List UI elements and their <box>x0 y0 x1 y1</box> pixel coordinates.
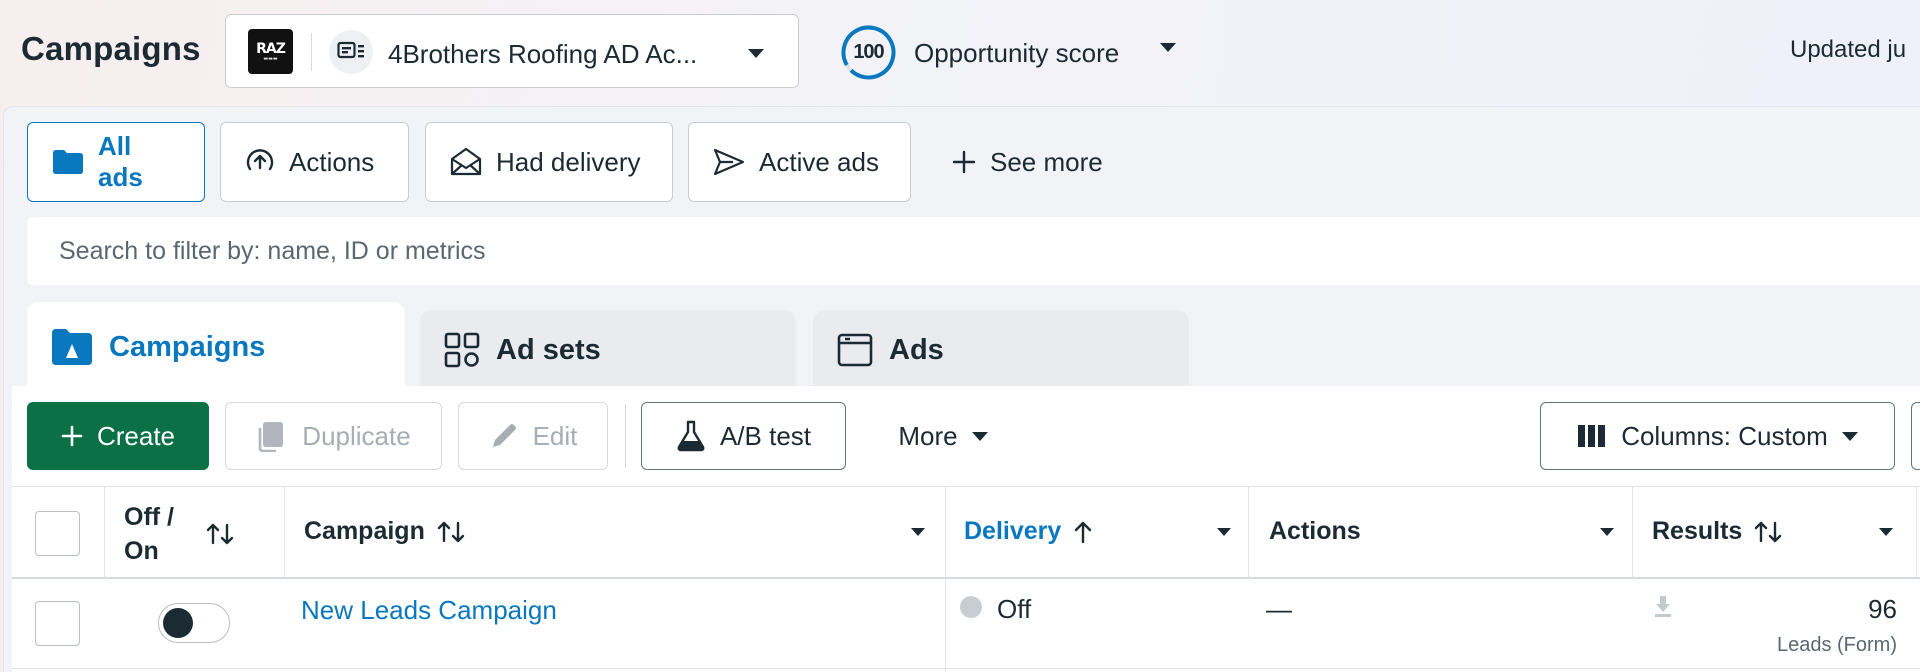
column-header-off-on[interactable]: Off / On <box>124 500 254 568</box>
filter-label: Actions <box>289 146 375 177</box>
page-title: Campaigns <box>21 30 201 67</box>
column-header-actions[interactable]: Actions <box>1269 517 1361 546</box>
folder-icon <box>53 150 83 174</box>
ad-account-selector[interactable]: RAZ ▬▬▬ 4Brothers Roofing AD Ac... <box>225 14 799 88</box>
chevron-down-icon[interactable] <box>911 528 925 536</box>
filter-label: All ads <box>98 131 143 192</box>
search-input[interactable] <box>59 236 1920 266</box>
filter-label: See more <box>990 146 1103 177</box>
filter-active-ads[interactable]: Active ads <box>688 122 911 202</box>
column-header-label: Results <box>1652 517 1743 545</box>
sort-icon <box>437 521 465 542</box>
duplicate-icon <box>258 422 284 452</box>
chevron-down-icon[interactable] <box>1160 43 1176 52</box>
campaign-on-off-toggle[interactable] <box>158 603 230 643</box>
sort-icon <box>206 523 234 545</box>
pencil-icon <box>492 424 516 447</box>
arrow-up-circle-icon <box>246 149 274 171</box>
create-label: Create <box>96 420 176 451</box>
columns-label: Columns: Custom <box>1621 420 1828 451</box>
actions-value: — <box>1266 594 1292 624</box>
ad-account-name: 4Brothers Roofing AD Ac... <box>388 39 698 69</box>
account-logo: RAZ ▬▬▬ <box>248 29 293 74</box>
envelope-open-icon <box>450 147 482 176</box>
column-header-delivery[interactable]: Delivery <box>964 517 1093 546</box>
columns-button[interactable]: Columns: Custom <box>1540 402 1895 470</box>
filter-all-ads[interactable]: All ads <box>27 122 205 202</box>
chevron-down-icon[interactable] <box>1600 528 1614 536</box>
sort-icon <box>1755 521 1782 542</box>
delivery-status: Off <box>997 594 1032 624</box>
toggle-knob <box>163 608 193 638</box>
tab-label: Ads <box>889 333 944 366</box>
columns-icon <box>1578 425 1606 447</box>
download-icon[interactable] <box>1654 594 1672 618</box>
search-bar <box>27 217 1920 285</box>
results-value: 96 <box>1868 594 1897 624</box>
tab-campaigns[interactable]: Campaigns <box>27 302 405 392</box>
table-header-top-border <box>12 486 1920 487</box>
edit-label: Edit <box>532 420 578 451</box>
campaign-name-link[interactable]: New Leads Campaign <box>301 595 557 626</box>
chevron-down-icon <box>748 49 764 58</box>
tab-label: Ad sets <box>496 333 601 366</box>
sort-ascending-icon <box>1075 521 1092 543</box>
table-row-border <box>12 668 1920 669</box>
updated-status: Updated ju <box>1790 36 1907 63</box>
column-header-label: Delivery <box>964 517 1062 545</box>
duplicate-button[interactable]: Duplicate <box>225 402 442 470</box>
opportunity-score-label[interactable]: Opportunity score <box>914 38 1119 69</box>
table-header-bottom-border <box>12 577 1920 579</box>
column-header-label: Actions <box>1269 517 1361 545</box>
ab-test-label: A/B test <box>719 420 812 451</box>
grid-icon <box>444 332 480 368</box>
tab-label: Campaigns <box>109 330 266 363</box>
filter-had-delivery[interactable]: Had delivery <box>425 122 673 202</box>
filter-label: Had delivery <box>496 146 641 177</box>
more-button[interactable]: More <box>878 402 1008 470</box>
chevron-down-icon <box>971 431 988 441</box>
campaign-folder-icon <box>52 329 92 365</box>
chevron-down-icon[interactable] <box>1879 528 1893 536</box>
column-header-campaign[interactable]: Campaign <box>304 517 465 546</box>
column-header-results[interactable]: Results <box>1652 517 1782 546</box>
ad-window-icon <box>837 333 873 367</box>
column-divider <box>1916 486 1917 578</box>
ad-account-icon <box>329 30 373 74</box>
tab-ads[interactable]: Ads <box>813 310 1189 390</box>
column-divider <box>945 486 946 672</box>
delivery-status-dot <box>960 596 982 618</box>
chevron-down-icon <box>1841 431 1858 441</box>
tab-ad-sets[interactable]: Ad sets <box>420 310 796 390</box>
create-button[interactable]: Create <box>27 402 209 470</box>
column-divider <box>1248 486 1249 578</box>
column-header-label: Campaign <box>304 517 425 545</box>
plus-icon <box>61 425 83 447</box>
chevron-down-icon[interactable] <box>1217 528 1231 536</box>
ab-test-button[interactable]: A/B test <box>641 402 846 470</box>
duplicate-label: Duplicate <box>302 420 411 451</box>
select-all-checkbox[interactable] <box>35 511 80 556</box>
divider <box>311 33 312 71</box>
column-divider <box>104 486 105 578</box>
column-divider <box>1632 486 1633 578</box>
opportunity-score-value: 100 <box>853 41 884 63</box>
results-type: Leads (Form) <box>1776 634 1897 656</box>
filter-see-more[interactable]: See more <box>928 122 1128 202</box>
column-header-label: Off / On <box>124 503 174 565</box>
more-label: More <box>898 420 958 451</box>
filter-label: Active ads <box>759 146 879 177</box>
flask-icon <box>677 420 705 452</box>
column-divider <box>284 486 285 578</box>
send-icon <box>713 148 745 176</box>
toolbar-overflow-button[interactable] <box>1911 402 1920 470</box>
row-checkbox[interactable] <box>35 601 80 646</box>
toolbar-divider <box>625 404 626 468</box>
filter-actions[interactable]: Actions <box>220 122 409 202</box>
edit-button[interactable]: Edit <box>458 402 608 470</box>
plus-icon <box>952 150 976 174</box>
